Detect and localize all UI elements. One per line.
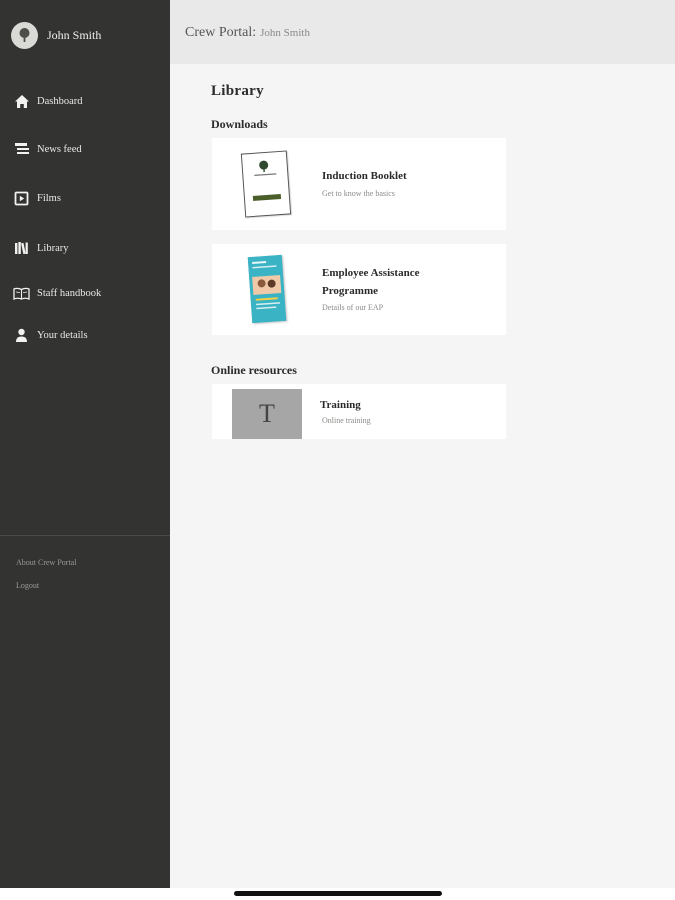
booklet-cover-icon bbox=[252, 160, 282, 201]
card-title-line1: Employee Assistance bbox=[322, 267, 420, 279]
training-tile: T bbox=[232, 389, 302, 439]
sidebar-item-label: Staff handbook bbox=[37, 287, 102, 299]
card-subtitle: Details of our EAP bbox=[322, 303, 384, 312]
sidebar-item-library[interactable]: Library bbox=[13, 237, 69, 259]
app-window: John Smith Dashboard News feed Films Lib… bbox=[0, 0, 675, 888]
downloads-heading: Downloads bbox=[211, 117, 268, 131]
card-title-line2: Programme bbox=[322, 285, 378, 297]
sidebar: John Smith Dashboard News feed Films Lib… bbox=[0, 0, 170, 888]
booklet-thumbnail bbox=[240, 150, 292, 218]
sidebar-item-label: News feed bbox=[37, 143, 82, 155]
profile-name: John Smith bbox=[47, 28, 102, 42]
main-content: Library Downloads Induction Booklet Get … bbox=[170, 64, 675, 888]
online-resources-heading: Online resources bbox=[211, 363, 297, 377]
about-link[interactable]: About Crew Portal bbox=[16, 558, 76, 567]
sidebar-divider bbox=[0, 535, 170, 536]
header-user-name: John Smith bbox=[260, 27, 310, 39]
sidebar-item-label: Library bbox=[37, 242, 69, 254]
avatar bbox=[11, 22, 38, 49]
sidebar-item-your-details[interactable]: Your details bbox=[13, 324, 88, 346]
header-title: Crew Portal: John Smith bbox=[185, 25, 310, 41]
sidebar-item-label: Dashboard bbox=[37, 95, 83, 107]
top-header: Crew Portal: John Smith bbox=[170, 0, 675, 64]
film-icon bbox=[13, 190, 30, 207]
open-book-icon bbox=[13, 285, 30, 302]
tree-logo-icon bbox=[19, 28, 30, 42]
sidebar-item-staff-handbook[interactable]: Staff handbook bbox=[13, 282, 101, 304]
sidebar-item-label: Films bbox=[37, 192, 61, 204]
page-title: Library bbox=[211, 83, 264, 99]
card-title: Induction Booklet bbox=[322, 170, 407, 182]
books-icon bbox=[13, 240, 30, 257]
card-subtitle: Online training bbox=[322, 416, 371, 425]
profile-link[interactable]: John Smith bbox=[11, 22, 101, 49]
sidebar-item-news-feed[interactable]: News feed bbox=[13, 138, 82, 160]
induction-booklet-card[interactable]: Induction Booklet Get to know the basics bbox=[212, 138, 506, 230]
app-name: Crew Portal: bbox=[185, 25, 257, 40]
sidebar-item-label: Your details bbox=[37, 329, 88, 341]
person-icon bbox=[13, 327, 30, 344]
sidebar-item-dashboard[interactable]: Dashboard bbox=[13, 90, 83, 112]
news-icon bbox=[13, 141, 30, 158]
card-title: Training bbox=[320, 399, 361, 411]
eap-leaflet-icon bbox=[247, 254, 287, 324]
sidebar-item-films[interactable]: Films bbox=[13, 187, 61, 209]
home-icon bbox=[13, 93, 30, 110]
card-subtitle: Get to know the basics bbox=[322, 189, 395, 198]
eap-thumbnail bbox=[247, 254, 287, 324]
training-card[interactable]: T Training Online training bbox=[212, 384, 506, 439]
logout-link[interactable]: Logout bbox=[16, 581, 39, 590]
home-indicator[interactable] bbox=[234, 891, 442, 896]
eap-card[interactable]: Employee Assistance Programme Details of… bbox=[212, 244, 506, 335]
